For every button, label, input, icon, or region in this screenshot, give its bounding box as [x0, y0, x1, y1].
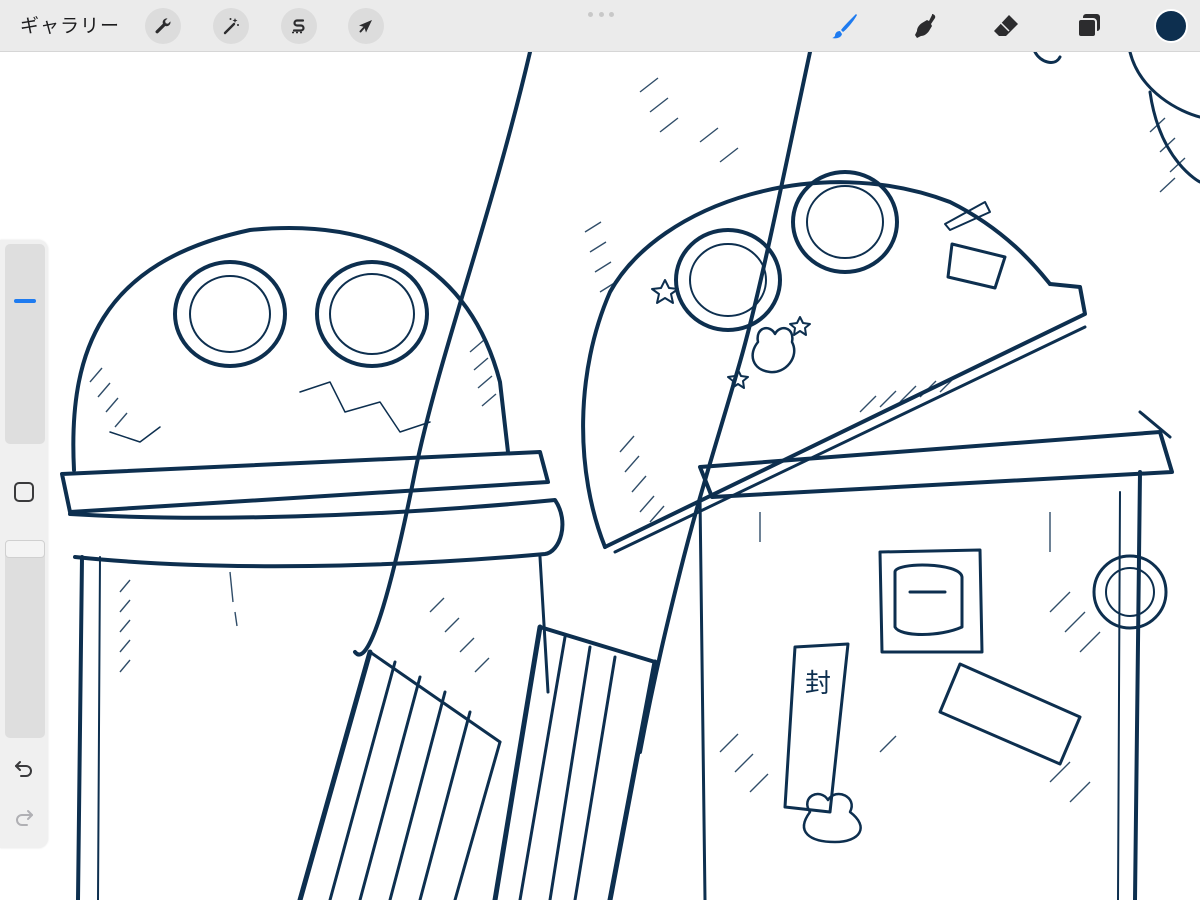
- smudge-finger-icon: [915, 14, 936, 38]
- redo-button[interactable]: [12, 805, 36, 829]
- brush-size-thumb[interactable]: [14, 299, 36, 303]
- magic-wand-icon: [223, 18, 239, 35]
- top-toolbar: ギャラリー: [0, 0, 1200, 52]
- color-picker-button[interactable]: [1154, 9, 1188, 43]
- gallery-button[interactable]: ギャラリー: [20, 13, 120, 39]
- sketch-artwork: 封: [60, 52, 1200, 900]
- eraser-icon: [994, 15, 1018, 36]
- brush-sidebar: [0, 240, 48, 848]
- paint-tool-button[interactable]: [826, 8, 864, 44]
- svg-text:封: 封: [805, 669, 831, 699]
- selection-s-icon: [292, 19, 305, 34]
- redo-arrow-icon: [16, 810, 33, 826]
- eraser-tool-button[interactable]: [987, 8, 1025, 44]
- transform-button[interactable]: [348, 8, 384, 44]
- layers-button[interactable]: [1070, 8, 1108, 44]
- selection-button[interactable]: [281, 8, 317, 44]
- left-can-body: [76, 555, 84, 900]
- brush-opacity-slider[interactable]: [5, 540, 45, 738]
- adjustments-button[interactable]: [213, 8, 249, 44]
- brush-size-slider[interactable]: [5, 244, 45, 444]
- actions-button[interactable]: [145, 8, 181, 44]
- right-can-body: [698, 495, 707, 900]
- drawing-canvas[interactable]: 封: [0, 52, 1200, 900]
- brush-opacity-thumb[interactable]: [5, 540, 45, 558]
- striped-sign: [297, 649, 373, 900]
- brush-icon: [832, 14, 857, 39]
- arrow-cursor-icon: [359, 20, 372, 33]
- wrench-icon: [155, 18, 171, 34]
- undo-button[interactable]: [12, 756, 36, 780]
- left-can-lid: [71, 225, 510, 472]
- modify-button[interactable]: [14, 482, 34, 502]
- toolbar-grab-handle[interactable]: [588, 12, 614, 18]
- smudge-tool-button[interactable]: [906, 8, 944, 44]
- undo-arrow-icon: [15, 761, 32, 777]
- layers-icon: [1077, 14, 1100, 38]
